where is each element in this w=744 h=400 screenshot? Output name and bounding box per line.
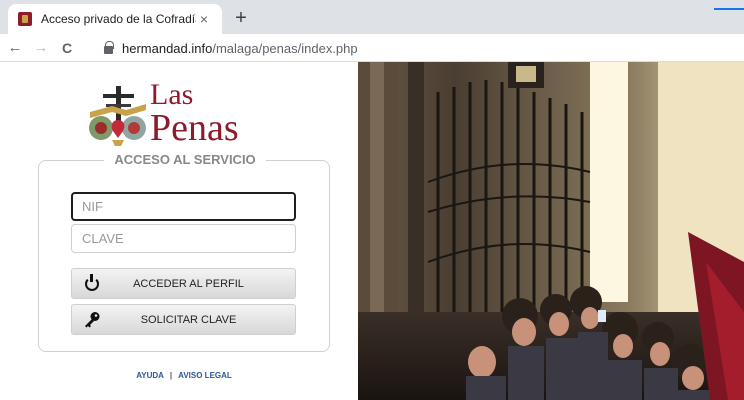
browser-window: Acceso privado de la Cofradía × + ← → C … bbox=[0, 0, 744, 400]
tab-close-icon[interactable]: × bbox=[196, 11, 212, 27]
request-key-label: SOLICITAR CLAVE bbox=[140, 313, 237, 326]
url-path: /malaga/penas/index.php bbox=[212, 40, 358, 56]
profile-accent bbox=[714, 8, 744, 10]
tab-strip: Acceso privado de la Cofradía × + bbox=[0, 0, 744, 34]
access-profile-label: ACCEDER AL PERFIL bbox=[133, 277, 244, 290]
brand-logo: Las Penas bbox=[86, 76, 286, 156]
url-host: hermandad.info bbox=[122, 40, 213, 56]
legal-link[interactable]: AVISO LEGAL bbox=[178, 371, 232, 380]
browser-toolbar: ← → C hermandad.info/malaga/penas/index.… bbox=[0, 34, 744, 62]
brand-word-2: Penas bbox=[150, 107, 239, 149]
procession-photo bbox=[358, 62, 744, 400]
url-text: hermandad.info/malaga/penas/index.php bbox=[122, 41, 358, 56]
key-icon bbox=[85, 311, 100, 327]
nif-input[interactable]: NIF bbox=[71, 192, 296, 221]
page-content: Las Penas ACCESO AL SERVICIO NIF CLAVE A… bbox=[0, 62, 744, 400]
clave-input[interactable]: CLAVE bbox=[71, 224, 296, 253]
favicon-icon bbox=[18, 12, 32, 26]
reload-button[interactable]: C bbox=[56, 37, 78, 59]
forward-button[interactable]: → bbox=[30, 37, 52, 59]
address-bar[interactable]: hermandad.info/malaga/penas/index.php bbox=[104, 38, 744, 58]
help-link[interactable]: AYUDA bbox=[136, 371, 164, 380]
tab-active[interactable]: Acceso privado de la Cofradía × bbox=[8, 4, 222, 34]
power-icon-wrap bbox=[72, 269, 112, 298]
photo-illustration bbox=[358, 62, 744, 400]
login-panel: Las Penas ACCESO AL SERVICIO NIF CLAVE A… bbox=[0, 62, 358, 400]
footer-separator: | bbox=[169, 371, 173, 380]
back-button[interactable]: ← bbox=[4, 37, 26, 59]
key-icon-wrap bbox=[72, 305, 112, 334]
tab-title: Acceso privado de la Cofradía bbox=[41, 12, 196, 26]
power-icon bbox=[85, 273, 99, 291]
access-profile-button[interactable]: ACCEDER AL PERFIL bbox=[71, 268, 296, 299]
footer-links: AYUDA | AVISO LEGAL bbox=[0, 371, 368, 380]
lock-icon bbox=[104, 40, 114, 54]
new-tab-button[interactable]: + bbox=[230, 8, 252, 30]
crest-icon bbox=[89, 86, 146, 146]
request-key-button[interactable]: SOLICITAR CLAVE bbox=[71, 304, 296, 335]
login-legend: ACCESO AL SERVICIO bbox=[104, 151, 266, 169]
